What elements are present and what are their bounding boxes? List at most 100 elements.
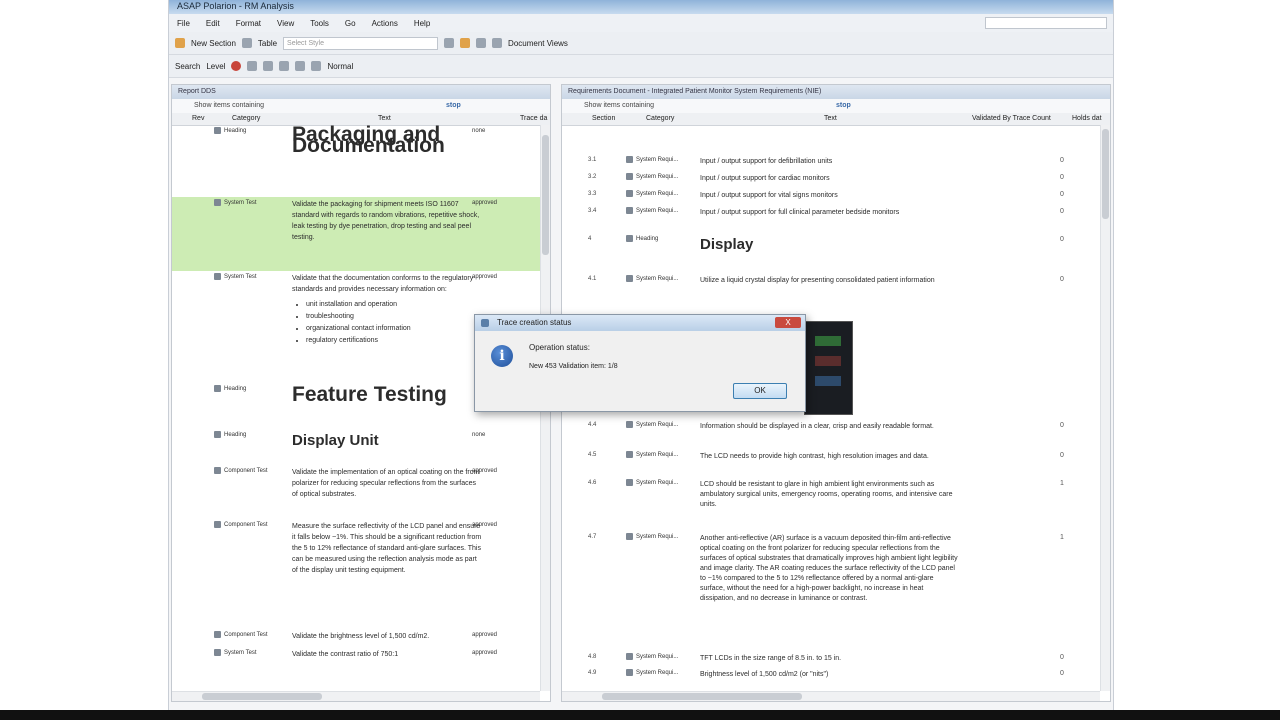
table-row[interactable]: System Test Validate the packaging for s… — [172, 197, 540, 271]
monitor-preview-image — [804, 321, 853, 415]
table-row[interactable]: Component Test Validate the brightness l… — [172, 629, 540, 647]
left-filter-bar[interactable]: Show items containing stop — [172, 99, 550, 113]
col-trace[interactable]: Trace da — [520, 113, 547, 125]
menu-bar: File Edit Format View Tools Go Actions H… — [169, 14, 1113, 32]
test-icon — [214, 199, 221, 206]
heading-packaging: Packaging and Documentation — [292, 125, 445, 157]
col-holds[interactable]: Holds dat — [1072, 113, 1102, 125]
left-filter-label: Show items containing — [194, 102, 265, 109]
bold-icon[interactable] — [444, 38, 455, 48]
menu-help[interactable]: Help — [414, 19, 430, 28]
heading-icon — [214, 385, 221, 392]
table-row[interactable]: Component Test Measure the surface refle… — [172, 519, 540, 629]
font-icon[interactable] — [279, 61, 290, 71]
app-icon — [481, 319, 489, 327]
table-row[interactable]: 4.8 System Requi... TFT LCDs in the size… — [562, 652, 1100, 668]
col-text[interactable]: Text — [378, 113, 391, 125]
align-icon[interactable] — [295, 61, 306, 71]
right-vertical-scrollbar[interactable] — [1100, 125, 1110, 691]
table-row[interactable]: 4.7 System Requi... Another anti-reflect… — [562, 532, 1100, 652]
table-row[interactable]: 4.9 System Requi... Brightness level of … — [562, 668, 1100, 684]
table-row[interactable]: 3.1 System Requi... Input / output suppo… — [562, 155, 1100, 172]
table-row[interactable]: System Test Validate the contrast ratio … — [172, 647, 540, 665]
requirement-icon — [626, 190, 633, 197]
toolbar-primary: New Section Table Select Style Document … — [169, 32, 1113, 55]
insert-link-icon[interactable] — [476, 38, 487, 48]
stop-icon[interactable] — [231, 61, 242, 71]
table-icon[interactable] — [241, 38, 252, 48]
window-title: ASAP Polarion - RM Analysis — [177, 1, 294, 11]
paragraph-style[interactable]: Normal — [327, 62, 353, 71]
test-icon — [214, 649, 221, 656]
requirement-icon — [626, 421, 633, 428]
right-indicator: stop — [836, 102, 851, 109]
requirement-icon — [626, 156, 633, 163]
menu-edit[interactable]: Edit — [206, 19, 220, 28]
taskbar — [0, 710, 1280, 720]
requirement-icon — [626, 451, 633, 458]
brush-icon[interactable] — [263, 61, 274, 71]
requirement-icon — [626, 173, 633, 180]
col-category[interactable]: Category — [232, 113, 260, 125]
table-row[interactable]: 4.5 System Requi... The LCD needs to pro… — [562, 450, 1100, 478]
menu-go[interactable]: Go — [345, 19, 356, 28]
requirement-icon — [626, 533, 633, 540]
table-row[interactable]: Heading Display Unit none — [172, 429, 540, 465]
new-section-button[interactable]: New Section — [191, 39, 236, 48]
new-section-icon[interactable] — [175, 38, 185, 48]
table-row[interactable]: 3.3 System Requi... Input / output suppo… — [562, 189, 1100, 206]
table-row[interactable]: 4 Heading Display 0 — [562, 234, 1100, 274]
right-horizontal-scrollbar[interactable] — [562, 691, 1100, 701]
level-button[interactable]: Level — [206, 62, 225, 71]
trace-status-dialog: Trace creation status X i Operation stat… — [474, 314, 806, 412]
test-icon — [214, 631, 221, 638]
table-row[interactable]: 4.4 System Requi... Information should b… — [562, 420, 1100, 450]
pen-icon[interactable] — [247, 61, 258, 71]
col-text[interactable]: Text — [824, 113, 837, 125]
table-button[interactable]: Table — [258, 39, 277, 48]
dialog-title-bar: Trace creation status X — [475, 315, 805, 331]
right-tab[interactable]: Requirements Document - Integrated Patie… — [562, 85, 1110, 99]
left-tab[interactable]: Report DDS — [172, 85, 550, 99]
test-icon — [214, 521, 221, 528]
table-row[interactable]: Heading Packaging and Documentation none — [172, 125, 540, 197]
insert-table-icon[interactable] — [492, 38, 503, 48]
col-rev[interactable]: Rev — [192, 113, 204, 125]
title-bar: ASAP Polarion - RM Analysis — [169, 0, 1113, 14]
ok-button[interactable]: OK — [733, 383, 787, 399]
table-row[interactable]: Component Test Validate the implementati… — [172, 465, 540, 519]
search-button[interactable]: Search — [175, 62, 200, 71]
close-button[interactable]: X — [775, 317, 801, 328]
document-views-button[interactable]: Document Views — [508, 39, 568, 48]
heading-icon — [214, 431, 221, 438]
global-search-input[interactable] — [985, 17, 1107, 29]
heading-display: Display — [700, 236, 754, 253]
menu-format[interactable]: Format — [236, 19, 261, 28]
col-validated[interactable]: Validated By Trace Count — [972, 113, 1051, 125]
table-row[interactable]: 3.4 System Requi... Input / output suppo… — [562, 206, 1100, 234]
menu-actions[interactable]: Actions — [372, 19, 398, 28]
heading-icon — [214, 127, 221, 134]
list-icon[interactable] — [311, 61, 322, 71]
heading-icon — [626, 235, 633, 242]
right-filter-bar[interactable]: Show items containing stop — [562, 99, 1110, 113]
insert-image-icon[interactable] — [460, 38, 471, 48]
table-row[interactable]: 4.6 System Requi... LCD should be resist… — [562, 478, 1100, 532]
heading-display-unit: Display Unit — [292, 432, 379, 449]
col-section[interactable]: Section — [592, 113, 615, 125]
menu-view[interactable]: View — [277, 19, 294, 28]
menu-file[interactable]: File — [177, 19, 190, 28]
requirement-icon — [626, 653, 633, 660]
style-combo[interactable]: Select Style — [283, 36, 439, 50]
left-horizontal-scrollbar[interactable] — [172, 691, 540, 701]
dialog-title: Trace creation status — [497, 318, 572, 327]
toolbar-secondary: Search Level Normal — [169, 55, 1113, 78]
requirement-icon — [626, 479, 633, 486]
right-filter-label: Show items containing — [584, 102, 655, 109]
menu-tools[interactable]: Tools — [310, 19, 329, 28]
test-icon — [214, 273, 221, 280]
table-row[interactable]: 3.2 System Requi... Input / output suppo… — [562, 172, 1100, 189]
left-indicator: stop — [446, 102, 461, 109]
col-category[interactable]: Category — [646, 113, 674, 125]
info-icon: i — [491, 345, 513, 367]
